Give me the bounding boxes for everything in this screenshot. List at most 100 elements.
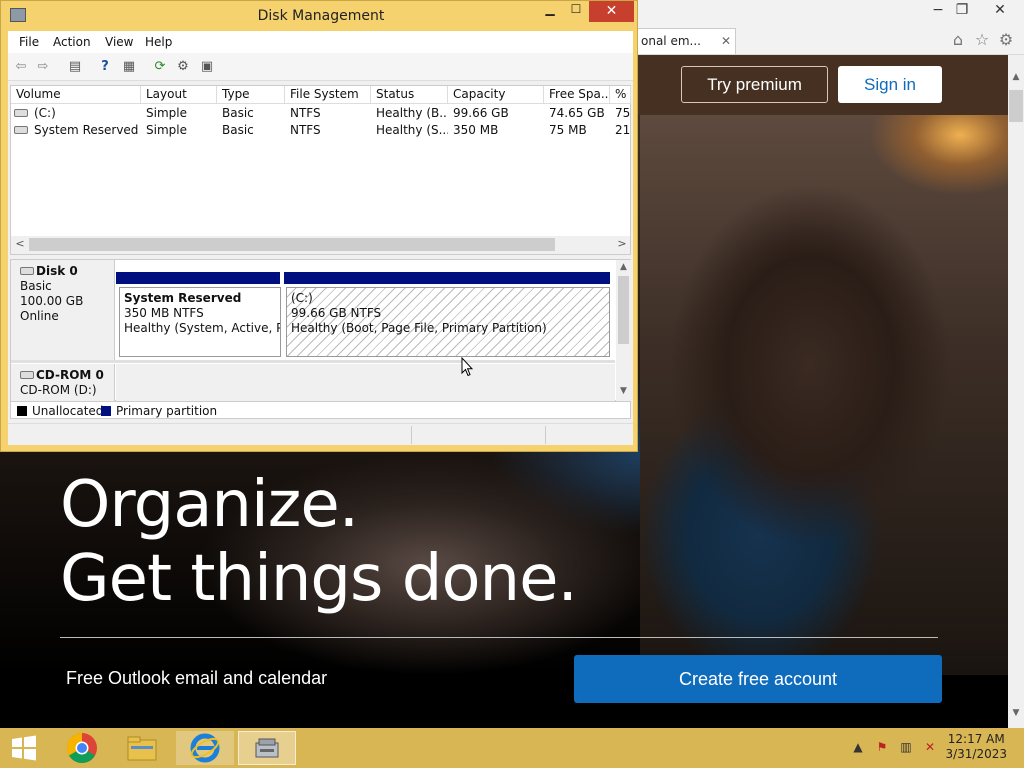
- part-bar-system-reserved: [116, 272, 280, 284]
- dm-maximize-button[interactable]: ☐: [567, 2, 585, 20]
- cell-free-space: 75 MB: [549, 123, 587, 137]
- refresh-icon[interactable]: ⟳: [151, 58, 169, 76]
- status-separator: [545, 426, 546, 444]
- cell-free-space: 74.65 GB: [549, 106, 605, 120]
- page-scrollbar[interactable]: ▲ ▼: [1008, 55, 1024, 728]
- dm-close-button[interactable]: ✕: [589, 1, 634, 22]
- try-premium-button[interactable]: Try premium: [681, 66, 828, 103]
- legend-unallocated-swatch: [17, 406, 27, 416]
- help-icon[interactable]: ?: [96, 58, 114, 76]
- cell-file-system: NTFS: [290, 123, 321, 137]
- col-percent-free[interactable]: % F: [610, 86, 631, 104]
- cdrom-0-label[interactable]: CD-ROM 0 CD-ROM (D:): [11, 364, 115, 402]
- taskbar: ▲ ⚑ ▥ ✕ 12:17 AM 3/31/2023: [0, 728, 1024, 768]
- col-capacity[interactable]: Capacity: [448, 86, 544, 104]
- home-icon[interactable]: ⌂: [948, 30, 968, 50]
- file-explorer-icon[interactable]: [113, 731, 171, 765]
- chrome-icon[interactable]: [53, 731, 111, 765]
- partition-size: 99.66 GB NTFS: [291, 306, 382, 320]
- menu-action[interactable]: Action: [53, 35, 91, 49]
- menu-file[interactable]: File: [19, 35, 39, 49]
- hero-photo: [640, 115, 1008, 675]
- partition-status: Healthy (System, Active, Prin: [124, 321, 280, 335]
- partition-size: 350 MB NTFS: [124, 306, 204, 320]
- console-tree-icon[interactable]: ▤: [66, 58, 84, 76]
- disk-management-window: Disk Management ▁ ☐ ✕ File Action View H…: [0, 0, 638, 452]
- clock[interactable]: 12:17 AM 3/31/2023: [945, 732, 1007, 762]
- browser-tab[interactable]: onal em... ✕: [636, 28, 736, 54]
- browser-close-button[interactable]: ✕: [984, 0, 1016, 20]
- disk-0-size: 100.00 GB: [20, 294, 84, 308]
- col-layout[interactable]: Layout: [141, 86, 217, 104]
- action-center-flag-icon[interactable]: ⚑: [874, 740, 890, 756]
- cell-capacity: 350 MB: [453, 123, 499, 137]
- show-hidden-icons-icon[interactable]: ▲: [850, 740, 866, 756]
- partition-c[interactable]: (C:) 99.66 GB NTFS Healthy (Boot, Page F…: [286, 287, 610, 357]
- menu-help[interactable]: Help: [145, 35, 172, 49]
- graph-scroll-thumb[interactable]: [618, 276, 629, 344]
- scroll-left-icon[interactable]: <: [13, 237, 27, 253]
- partition-status: Healthy (Boot, Page File, Primary Partit…: [291, 321, 547, 335]
- volume-list: Volume Layout Type File System Status Ca…: [10, 85, 631, 255]
- scroll-thumb[interactable]: [1009, 90, 1023, 122]
- disk-0-state: Online: [20, 309, 59, 323]
- menu-bar: File Action View Help: [8, 31, 633, 53]
- mouse-cursor: [461, 357, 473, 377]
- tab-close-icon[interactable]: ✕: [721, 29, 731, 54]
- windows-start-icon[interactable]: [0, 731, 48, 765]
- forward-icon[interactable]: ⇨: [34, 58, 52, 76]
- dm-minimize-button[interactable]: ▁: [542, 2, 558, 20]
- status-bar: [8, 423, 633, 445]
- scroll-up-icon[interactable]: ▲: [616, 262, 631, 272]
- volume-list-hscrollbar[interactable]: < >: [11, 236, 630, 254]
- toolbar: ⇦ ⇨ ▤ ? ▦ ⟳ ⚙ ▣: [8, 53, 633, 81]
- col-type[interactable]: Type: [217, 86, 285, 104]
- legend-unallocated: Unallocated: [32, 404, 104, 418]
- menu-view[interactable]: View: [105, 35, 133, 49]
- tagline: Free Outlook email and calendar: [66, 668, 328, 688]
- clock-date: 3/31/2023: [945, 747, 1007, 761]
- col-volume[interactable]: Volume: [11, 86, 141, 104]
- headline-organize: Organize.: [60, 468, 359, 542]
- disk-separator: [11, 360, 615, 363]
- disk-0-label[interactable]: Disk 0 Basic 100.00 GB Online: [11, 260, 115, 360]
- graph-vscrollbar[interactable]: ▲ ▼: [616, 260, 631, 401]
- hscroll-thumb[interactable]: [29, 238, 555, 251]
- create-account-button[interactable]: Create free account: [574, 655, 942, 703]
- star-icon[interactable]: ☆: [972, 30, 992, 50]
- disk-icon: [20, 267, 34, 275]
- back-icon[interactable]: ⇦: [12, 58, 30, 76]
- browser-tab-label: onal em...: [641, 34, 701, 48]
- volume-muted-icon[interactable]: ✕: [922, 740, 938, 756]
- cdrom-icon: [20, 371, 34, 379]
- status-separator: [411, 426, 412, 444]
- col-file-system[interactable]: File System: [285, 86, 371, 104]
- rescan-disks-icon[interactable]: ▣: [198, 58, 216, 76]
- network-icon[interactable]: ▥: [898, 740, 914, 756]
- col-status[interactable]: Status: [371, 86, 448, 104]
- scroll-down-icon[interactable]: ▼: [616, 386, 631, 396]
- drive-icon: [14, 126, 28, 134]
- disk-management-taskbar-icon[interactable]: [238, 731, 296, 765]
- gear-icon[interactable]: ⚙: [996, 30, 1016, 50]
- scroll-right-icon[interactable]: >: [615, 237, 629, 253]
- properties-icon[interactable]: ▦: [120, 58, 138, 76]
- cell-percent-free: 21: [615, 123, 631, 137]
- settings-icon[interactable]: ⚙: [174, 58, 192, 76]
- scroll-up-icon[interactable]: ▲: [1008, 69, 1024, 85]
- cell-volume: System Reserved: [34, 123, 139, 137]
- scroll-down-icon[interactable]: ▼: [1008, 705, 1024, 721]
- headline-get-things-done: Get things done.: [60, 542, 578, 616]
- col-free-space[interactable]: Free Spa...: [544, 86, 610, 104]
- legend-primary: Primary partition: [116, 404, 218, 418]
- partition-system-reserved[interactable]: System Reserved 350 MB NTFS Healthy (Sys…: [119, 287, 281, 357]
- clock-time: 12:17 AM: [947, 732, 1005, 746]
- browser-restore-button[interactable]: ❐: [946, 0, 978, 20]
- dm-title-bar[interactable]: Disk Management ▁ ☐ ✕: [1, 1, 637, 31]
- disk-0-type: Basic: [20, 279, 52, 293]
- dm-client-area: File Action View Help ⇦ ⇨ ▤ ? ▦ ⟳ ⚙ ▣ Vo…: [8, 31, 633, 445]
- internet-explorer-icon[interactable]: [176, 731, 234, 765]
- cell-capacity: 99.66 GB: [453, 106, 509, 120]
- cell-layout: Simple: [146, 123, 187, 137]
- sign-in-button[interactable]: Sign in: [838, 66, 942, 103]
